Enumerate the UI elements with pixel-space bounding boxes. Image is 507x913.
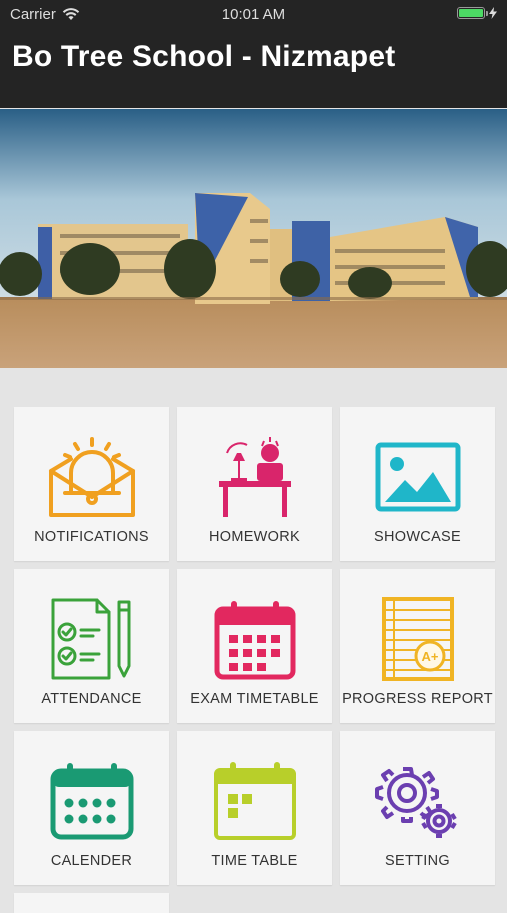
exam-timetable-label: EXAM TIMETABLE (190, 691, 319, 707)
progress-report-label: PROGRESS REPORT (342, 691, 493, 707)
homework-tile[interactable]: HOMEWORK (177, 407, 332, 561)
calendar-icon (50, 763, 133, 840)
school-banner-image (0, 109, 507, 368)
page-title: Bo Tree School - Nizmapet (12, 40, 396, 73)
homework-label: HOMEWORK (208, 529, 300, 545)
setting-tile[interactable]: SETTING (340, 731, 495, 885)
time-table-icon (213, 762, 296, 840)
exam-calendar-icon (214, 601, 295, 680)
gallery-image-icon (375, 442, 460, 512)
attendance-tile[interactable]: ATTENDANCE (14, 569, 169, 723)
menu-grid: NOTIFICATIONS HOMEWORK SHOWCASE ATTENDAN… (14, 407, 495, 913)
battery-icon (457, 7, 488, 19)
attendance-checklist-icon (51, 598, 130, 680)
homework-desk-icon (218, 437, 291, 517)
showcase-label: SHOWCASE (374, 529, 461, 545)
notifications-label: NOTIFICATIONS (34, 529, 149, 545)
attendance-label: ATTENDANCE (41, 691, 142, 707)
status-time: 10:01 AM (221, 6, 286, 23)
exam-timetable-tile[interactable]: EXAM TIMETABLE (177, 569, 332, 723)
notifications-tile[interactable]: NOTIFICATIONS (14, 407, 169, 561)
notification-bell-icon (48, 437, 135, 517)
svg-text:A+: A+ (421, 649, 438, 664)
progress-report-icon: A+ (381, 597, 454, 681)
status-bar: Carrier 10:01 AM (0, 0, 507, 30)
calender-tile[interactable]: CALENDER (14, 731, 169, 885)
charging-bolt-icon (489, 7, 497, 19)
progress-report-tile[interactable]: A+ PROGRESS REPORT (340, 569, 495, 723)
calender-label: CALENDER (50, 853, 133, 869)
showcase-tile[interactable]: SHOWCASE (340, 407, 495, 561)
app-header: Carrier 10:01 AM Bo Tree School - Nizmap… (0, 0, 507, 108)
time-table-label: TIME TABLE (211, 853, 298, 869)
menu-tile-partial[interactable] (14, 893, 169, 913)
setting-label: SETTING (385, 853, 450, 869)
settings-gears-icon (374, 767, 457, 838)
time-table-tile[interactable]: TIME TABLE (177, 731, 332, 885)
